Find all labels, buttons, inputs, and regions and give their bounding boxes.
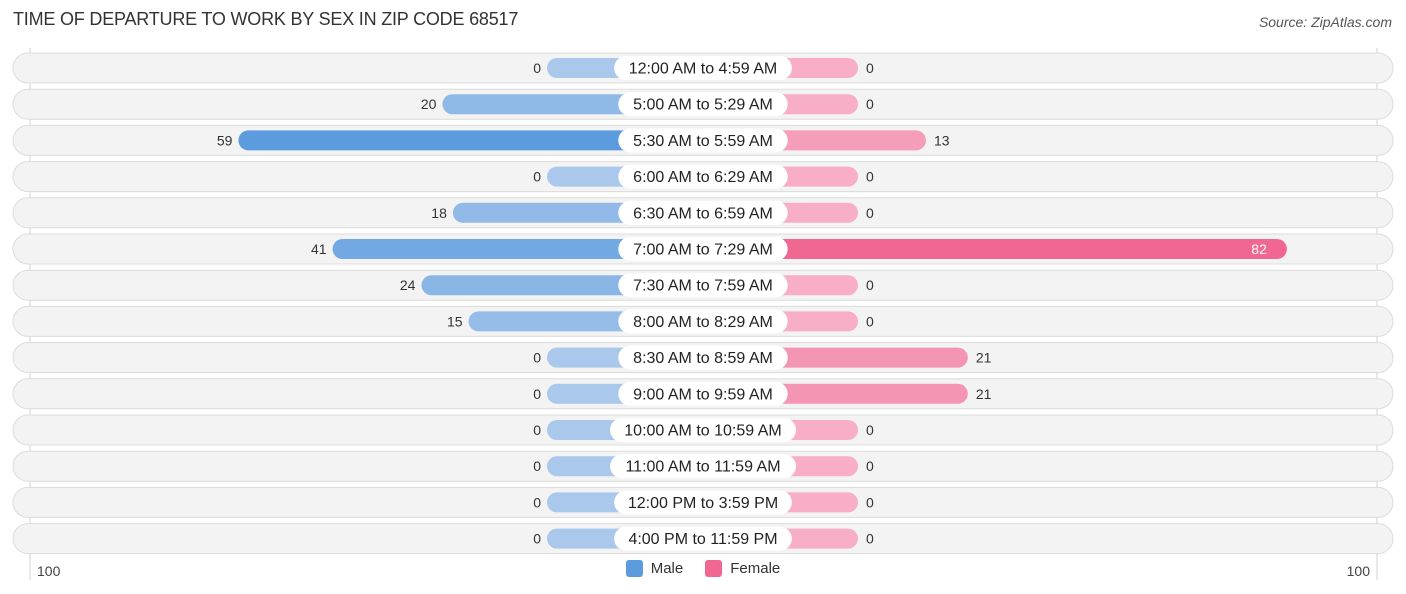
value-label-female: 0: [866, 531, 874, 547]
chart-row: 7:30 AM to 7:59 AM 24 0: [12, 269, 1394, 301]
legend-item-female[interactable]: Female: [705, 560, 780, 577]
value-label-male: 0: [533, 60, 541, 76]
chart-area: 12:00 AM to 4:59 AM 0 0 5:00 AM to 5:29 AM 2…: [12, 48, 1394, 580]
category-label: 8:00 AM to 8:29 AM: [633, 314, 773, 331]
value-label-male: 20: [421, 96, 437, 112]
legend-swatch-male: [625, 560, 643, 577]
chart-row: 9:00 AM to 9:59 AM 0 21: [12, 378, 1394, 410]
chart-row: 5:30 AM to 5:59 AM 59 13: [12, 124, 1394, 156]
value-label-male: 59: [217, 132, 233, 148]
category-label: 12:00 PM to 3:59 PM: [628, 495, 778, 512]
chart-row: 8:30 AM to 8:59 AM 0 21: [12, 342, 1394, 374]
chart-row: 12:00 PM to 3:59 PM 0 0: [12, 486, 1394, 518]
legend-label-female: Female: [730, 560, 781, 577]
chart-row: 4:00 PM to 11:59 PM 0 0: [12, 523, 1394, 555]
chart-row: 6:30 AM to 6:59 AM 18 0: [12, 197, 1394, 229]
category-label: 11:00 AM to 11:59 AM: [625, 459, 780, 476]
chart-row: 10:00 AM to 10:59 AM 0 0: [12, 414, 1394, 446]
chart-row: 5:00 AM to 5:29 AM 20 0: [12, 88, 1394, 120]
value-label-male: 0: [533, 386, 541, 402]
value-label-female: 0: [866, 422, 874, 438]
value-label-male: 0: [533, 169, 541, 185]
value-label-male: 0: [533, 531, 541, 547]
category-label: 12:00 AM to 4:59 AM: [629, 61, 778, 78]
value-label-male: 0: [533, 458, 541, 474]
legend-label-male: Male: [650, 560, 684, 577]
value-label-female: 0: [866, 169, 874, 185]
category-label: 6:30 AM to 6:59 AM: [633, 205, 773, 222]
chart-row: 6:00 AM to 6:29 AM 0 0: [12, 161, 1394, 193]
category-label: 4:00 PM to 11:59 PM: [628, 531, 777, 548]
value-label-male: 15: [447, 313, 463, 329]
value-label-male: 0: [533, 494, 541, 510]
category-label: 6:00 AM to 6:29 AM: [633, 169, 773, 186]
value-label-male: 41: [311, 241, 327, 257]
legend-swatch-female: [705, 560, 723, 577]
value-label-female: 13: [934, 132, 950, 148]
category-label: 8:30 AM to 8:59 AM: [633, 350, 773, 367]
value-label-male: 24: [400, 277, 416, 293]
value-label-female: 0: [866, 494, 874, 510]
category-label: 7:00 AM to 7:29 AM: [633, 242, 773, 259]
value-label-female: 0: [866, 458, 874, 474]
category-label: 5:00 AM to 5:29 AM: [633, 97, 773, 114]
category-label: 10:00 AM to 10:59 AM: [624, 423, 781, 440]
legend-item-male[interactable]: Male: [625, 560, 684, 577]
legend: Male Female: [0, 560, 1406, 577]
value-label-female: 21: [976, 386, 992, 402]
chart-row: 12:00 AM to 4:59 AM 0 0: [12, 52, 1394, 84]
value-label-female: 82: [1251, 241, 1267, 257]
chart-row: 8:00 AM to 8:29 AM 15 0: [12, 305, 1394, 337]
value-label-male: 18: [431, 205, 447, 221]
category-label: 9:00 AM to 9:59 AM: [633, 386, 773, 403]
chart-row: 7:00 AM to 7:29 AM 41 82: [12, 233, 1394, 265]
value-label-male: 0: [533, 422, 541, 438]
category-label: 5:30 AM to 5:59 AM: [633, 133, 773, 150]
value-label-female: 0: [866, 96, 874, 112]
category-label: 7:30 AM to 7:59 AM: [633, 278, 773, 295]
chart-row: 11:00 AM to 11:59 AM 0 0: [12, 450, 1394, 482]
value-label-female: 0: [866, 313, 874, 329]
value-label-female: 0: [866, 205, 874, 221]
bar-female: [703, 239, 1287, 259]
value-label-female: 0: [866, 277, 874, 293]
value-label-female: 21: [976, 350, 992, 366]
value-label-male: 0: [533, 350, 541, 366]
value-label-female: 0: [866, 60, 874, 76]
